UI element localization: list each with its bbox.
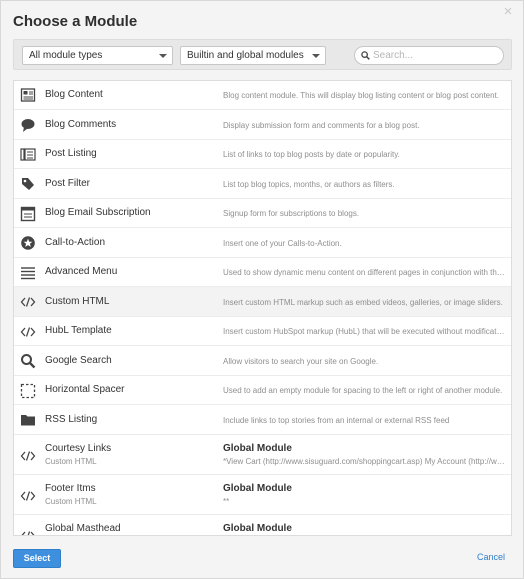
module-name: Courtesy Links — [45, 443, 112, 454]
module-row-custom-html[interactable]: Custom HTML Insert custom HTML markup su… — [14, 287, 511, 317]
global-module-row-courtesy-links[interactable]: Courtesy Links Custom HTML Global Module… — [14, 435, 511, 475]
module-description: Display submission form and comments for… — [223, 121, 420, 130]
global-module-label: Global Module — [223, 523, 292, 534]
module-description: Insert one of your Calls-to-Action. — [223, 239, 342, 248]
module-preview: ** — [223, 497, 230, 506]
module-row-advanced-menu[interactable]: Advanced Menu Used to show dynamic menu … — [14, 258, 511, 287]
module-row-blog-email-subscription[interactable]: Blog Email Subscription Signup form for … — [14, 199, 511, 228]
module-list[interactable]: Blog Content Blog content module. This w… — [13, 80, 512, 536]
module-name: Call-to-Action — [45, 237, 106, 248]
module-name: Advanced Menu — [45, 266, 118, 277]
code-icon — [21, 531, 35, 535]
global-module-label: Global Module — [223, 483, 292, 494]
search-input[interactable] — [373, 48, 497, 63]
module-row-blog-content[interactable]: Blog Content Blog content module. This w… — [14, 81, 511, 110]
module-description: List of links to top blog posts by date … — [223, 150, 400, 159]
global-module-label: Global Module — [223, 443, 292, 454]
module-name: Horizontal Spacer — [45, 384, 125, 395]
module-description: Insert custom HubSpot markup (HubL) that… — [223, 327, 505, 336]
search-icon — [361, 51, 370, 60]
chevron-down-icon — [312, 54, 320, 58]
module-description: Used to add an empty module for spacing … — [223, 386, 503, 395]
module-type-label: Custom HTML — [45, 457, 97, 466]
module-name: HubL Template — [45, 325, 112, 336]
code-icon — [20, 327, 36, 337]
global-module-row-global-masthead[interactable]: Global Masthead Global Module — [14, 515, 511, 535]
module-description: Blog content module. This will display b… — [223, 91, 500, 100]
module-row-google-search[interactable]: Google Search Allow visitors to search y… — [14, 346, 511, 376]
module-description: Used to show dynamic menu content on dif… — [223, 268, 505, 277]
speech-bubble-icon — [21, 119, 35, 132]
module-name: Blog Comments — [45, 119, 117, 130]
dashed-square-icon — [20, 383, 36, 399]
module-row-hubl-template[interactable]: HubL Template Insert custom HubSpot mark… — [14, 317, 511, 346]
module-row-post-filter[interactable]: Post Filter List top blog topics, months… — [14, 169, 511, 199]
cancel-link[interactable]: Cancel — [477, 552, 505, 562]
module-name: Post Filter — [45, 178, 91, 189]
module-description: List top blog topics, months, or authors… — [223, 180, 395, 189]
newsletter-icon — [20, 206, 36, 222]
module-name: Blog Email Subscription — [45, 207, 151, 218]
module-description: Allow visitors to search your site on Go… — [223, 357, 379, 366]
post-listing-icon — [20, 148, 36, 161]
module-description: Include links to top stories from an int… — [223, 416, 450, 425]
star-circle-icon — [21, 236, 35, 250]
filter-bar: All module types Builtin and global modu… — [13, 39, 512, 70]
code-icon — [20, 297, 36, 307]
module-preview: *View Cart (http://www.sisuguard.com/sho… — [223, 457, 505, 466]
tag-icon — [22, 178, 34, 190]
module-row-rss-listing[interactable]: RSS Listing Include links to top stories… — [14, 405, 511, 435]
global-module-row-footer-itms[interactable]: Footer Itms Custom HTML Global Module ** — [14, 475, 511, 515]
close-icon[interactable]: × — [501, 4, 515, 19]
module-type-value: All module types — [29, 50, 103, 61]
module-scope-value: Builtin and global modules — [187, 50, 304, 61]
select-button[interactable]: Select — [13, 549, 61, 568]
module-row-horizontal-spacer[interactable]: Horizontal Spacer Used to add an empty m… — [14, 376, 511, 405]
module-scope-select[interactable]: Builtin and global modules — [180, 46, 326, 65]
blog-content-icon — [20, 88, 36, 102]
module-type-label: Custom HTML — [45, 497, 97, 506]
module-description: Signup form for subscriptions to blogs. — [223, 209, 360, 218]
module-type-select[interactable]: All module types — [22, 46, 173, 65]
folder-icon — [21, 415, 35, 426]
menu-lines-icon — [21, 267, 35, 280]
module-name: RSS Listing — [45, 414, 98, 425]
module-name: Google Search — [45, 355, 112, 366]
choose-module-dialog: Choose a Module × All module types Built… — [0, 0, 524, 579]
code-icon — [20, 451, 36, 461]
module-name: Global Masthead — [45, 523, 121, 534]
chevron-down-icon — [159, 54, 167, 58]
module-name: Blog Content — [45, 89, 103, 100]
module-name: Footer Itms — [45, 483, 96, 494]
search-box[interactable] — [354, 46, 504, 65]
code-icon — [20, 491, 36, 501]
module-row-call-to-action[interactable]: Call-to-Action Insert one of your Calls-… — [14, 228, 511, 258]
module-name: Custom HTML — [45, 296, 110, 307]
dialog-title: Choose a Module — [13, 13, 138, 30]
module-description: Insert custom HTML markup such as embed … — [223, 298, 503, 307]
module-row-post-listing[interactable]: Post Listing List of links to top blog p… — [14, 140, 511, 169]
magnifier-icon — [21, 354, 36, 369]
module-name: Post Listing — [45, 148, 97, 159]
module-row-blog-comments[interactable]: Blog Comments Display submission form an… — [14, 110, 511, 140]
